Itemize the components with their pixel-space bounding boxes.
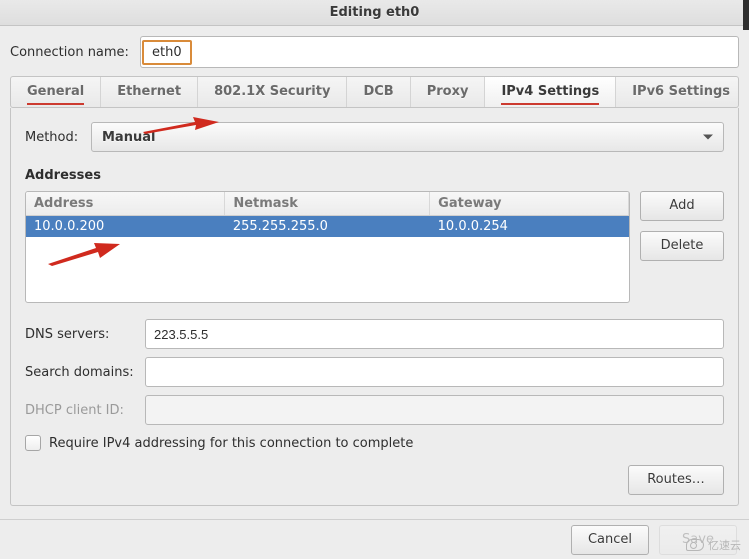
cell-gateway: 10.0.0.254 <box>430 216 629 238</box>
chevron-down-icon <box>703 135 713 140</box>
addresses-heading: Addresses <box>25 168 724 183</box>
tab-ethernet-label: Ethernet <box>117 84 181 99</box>
watermark-text: 亿速云 <box>708 537 741 553</box>
annotation-arrow-row <box>48 240 120 266</box>
tab-proxy[interactable]: Proxy <box>411 77 486 107</box>
connection-name-label: Connection name: <box>10 45 140 60</box>
dialog-footer: Cancel Save <box>0 519 749 559</box>
search-domains-input[interactable] <box>145 357 724 387</box>
tab-proxy-label: Proxy <box>427 84 469 99</box>
routes-button[interactable]: Routes… <box>628 465 724 495</box>
cell-address: 10.0.0.200 <box>26 216 225 238</box>
tab-ipv4-label: IPv4 Settings <box>501 84 599 99</box>
tab-dcb[interactable]: DCB <box>347 77 410 107</box>
tab-general-label: General <box>27 84 84 99</box>
search-domains-label: Search domains: <box>25 365 145 380</box>
require-ipv4-label: Require IPv4 addressing for this connect… <box>49 436 413 451</box>
tab-body-ipv4: Method: Manual Addresses Address Netmask… <box>10 108 739 506</box>
dhcp-client-id-label: DHCP client ID: <box>25 403 145 418</box>
addresses-table[interactable]: Address Netmask Gateway 10.0.0.200 255.2… <box>25 191 630 303</box>
watermark: 亿速云 <box>686 537 741 553</box>
table-row[interactable]: 10.0.0.200 255.255.255.0 10.0.0.254 <box>26 216 629 238</box>
connection-name-value: eth0 <box>142 40 192 65</box>
tab-ipv6-settings[interactable]: IPv6 Settings <box>616 77 739 107</box>
dns-servers-label: DNS servers: <box>25 327 145 342</box>
window-edge-shadow <box>743 0 749 30</box>
tab-general[interactable]: General <box>11 77 101 107</box>
require-ipv4-checkbox[interactable] <box>25 435 41 451</box>
col-gateway[interactable]: Gateway <box>430 192 629 216</box>
dhcp-client-id-input <box>145 395 724 425</box>
cancel-button[interactable]: Cancel <box>571 525 649 555</box>
tab-ipv4-settings[interactable]: IPv4 Settings <box>485 77 616 107</box>
connection-name-input[interactable]: eth0 <box>140 36 739 68</box>
cell-netmask: 255.255.255.0 <box>225 216 430 238</box>
watermark-icon <box>686 539 704 551</box>
col-netmask[interactable]: Netmask <box>225 192 430 216</box>
tab-ethernet[interactable]: Ethernet <box>101 77 198 107</box>
col-address[interactable]: Address <box>26 192 225 216</box>
tab-8021x-security[interactable]: 802.1X Security <box>198 77 347 107</box>
tab-security-label: 802.1X Security <box>214 84 330 99</box>
method-select[interactable]: Manual <box>91 122 724 152</box>
method-value: Manual <box>102 130 155 145</box>
add-button[interactable]: Add <box>640 191 724 221</box>
tab-ipv6-label: IPv6 Settings <box>632 84 730 99</box>
dns-servers-input[interactable] <box>145 319 724 349</box>
tab-dcb-label: DCB <box>363 84 393 99</box>
method-label: Method: <box>25 130 91 145</box>
window-title: Editing eth0 <box>0 0 749 26</box>
tabs-bar: General Ethernet 802.1X Security DCB Pro… <box>10 76 739 108</box>
delete-button[interactable]: Delete <box>640 231 724 261</box>
